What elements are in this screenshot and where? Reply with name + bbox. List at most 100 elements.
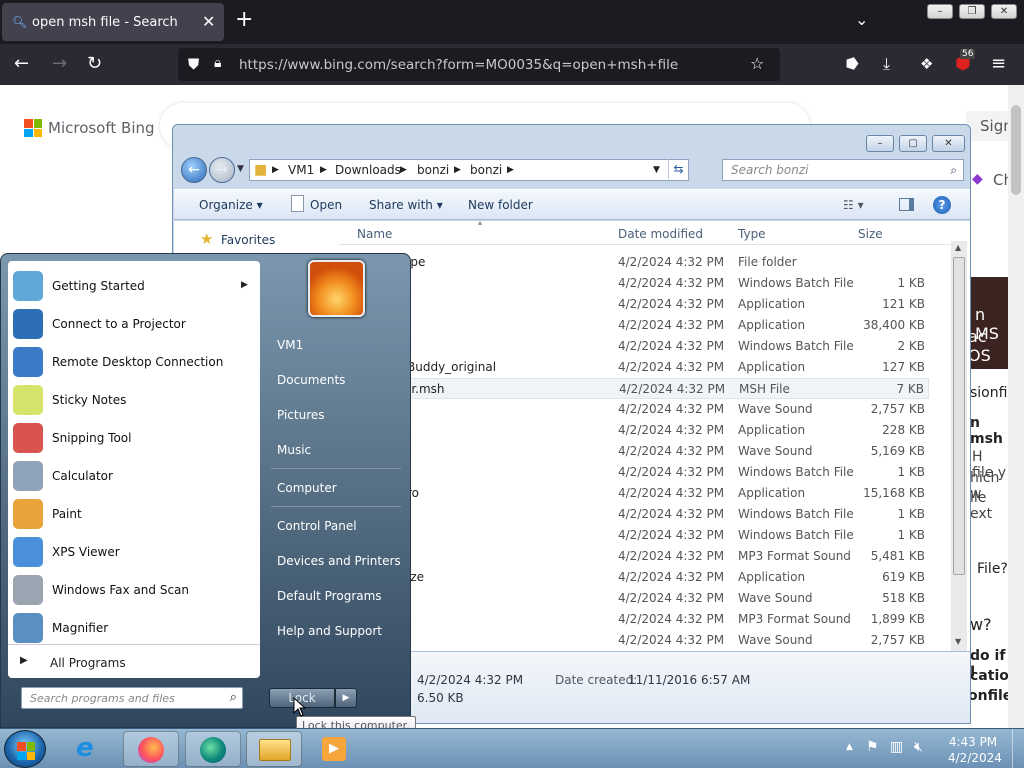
start-program-item[interactable]: Connect to a Projector bbox=[8, 305, 260, 343]
file-row[interactable]: 4/2/2024 4:32 PM Wave Sound 2,757 KB bbox=[339, 630, 929, 651]
explorer-minimize-button[interactable]: – bbox=[866, 135, 894, 152]
forward-icon[interactable]: → bbox=[52, 54, 67, 74]
start-program-item[interactable]: Paint bbox=[8, 495, 260, 533]
volume-muted-icon[interactable]: 🔇︎ bbox=[914, 739, 923, 755]
download-icon[interactable]: ⤓ bbox=[883, 54, 890, 74]
file-row[interactable]: 4/2/2024 4:32 PM Windows Batch File 2 KB bbox=[339, 336, 929, 357]
extensions-icon[interactable]: ❖ bbox=[920, 54, 933, 74]
shield-icon[interactable]: ⛊ bbox=[188, 55, 199, 73]
file-row[interactable]: 4/2/2024 4:32 PM Application 38,400 KB bbox=[339, 315, 929, 336]
menu-icon[interactable]: ≡ bbox=[991, 54, 1006, 74]
sign-in-button[interactable]: Sign bbox=[966, 111, 1013, 141]
file-row[interactable]: 4/2/2024 4:32 PM Wave Sound 518 KB bbox=[339, 588, 929, 609]
close-tab-icon[interactable]: ✕ bbox=[202, 12, 215, 31]
file-row[interactable]: ize 4/2/2024 4:32 PM Application 619 KB bbox=[339, 567, 929, 588]
start-program-item[interactable]: Magnifier bbox=[8, 609, 260, 647]
search-icon[interactable]: ⌕ bbox=[230, 690, 237, 705]
start-search-input[interactable]: Search programs and files ⌕ bbox=[21, 687, 243, 709]
firefox-icon[interactable] bbox=[123, 731, 179, 767]
column-date-modified[interactable]: Date modified bbox=[618, 227, 703, 241]
file-row[interactable]: 4/2/2024 4:32 PM Windows Batch File 1 KB bbox=[339, 273, 929, 294]
start-right-item[interactable]: Computer bbox=[277, 481, 337, 495]
start-right-item[interactable]: Pictures bbox=[277, 408, 325, 422]
column-type[interactable]: Type bbox=[738, 227, 766, 241]
explorer-forward-icon[interactable]: → bbox=[209, 157, 235, 183]
address-bar[interactable]: ⛊ 🔒︎ https://www.bing.com/search?form=MO… bbox=[178, 48, 780, 81]
preview-pane-icon[interactable] bbox=[899, 198, 914, 211]
explorer-close-button[interactable]: ✕ bbox=[932, 135, 965, 152]
explorer-scrollbar[interactable]: ▲ ▼ bbox=[951, 241, 967, 651]
file-row[interactable]: 4/2/2024 4:32 PM Wave Sound 2,757 KB bbox=[339, 399, 929, 420]
restore-button[interactable]: ❐ bbox=[959, 4, 985, 19]
start-program-item[interactable]: Windows Fax and Scan bbox=[8, 571, 260, 609]
all-programs-button[interactable]: ▶ All Programs bbox=[8, 644, 260, 678]
media-player-icon[interactable]: ▶ bbox=[308, 731, 364, 767]
file-row[interactable]: 4/2/2024 4:32 PM Windows Batch File 1 KB bbox=[339, 504, 929, 525]
scrollbar-thumb[interactable] bbox=[953, 257, 965, 575]
scroll-down-icon[interactable]: ▼ bbox=[955, 637, 961, 646]
bookmark-star-icon[interactable]: ☆ bbox=[750, 54, 764, 73]
reload-icon[interactable]: ↻ bbox=[87, 54, 102, 74]
new-folder-button[interactable]: New folder bbox=[468, 198, 533, 212]
breadcrumb-separator[interactable]: ▶ bbox=[507, 160, 514, 180]
bing-logo[interactable]: Microsoft Bing bbox=[24, 119, 155, 137]
refresh-icon[interactable]: ⇆ bbox=[668, 159, 688, 179]
help-icon[interactable]: ? bbox=[933, 196, 951, 214]
file-row[interactable]: ir.msh 4/2/2024 4:32 PM MSH File 7 KB bbox=[339, 378, 929, 399]
breadcrumb-separator[interactable]: ▶ bbox=[454, 160, 461, 180]
start-orb-icon[interactable] bbox=[4, 730, 46, 768]
file-row[interactable]: 4/2/2024 4:32 PM Windows Batch File 1 KB bbox=[339, 525, 929, 546]
shutdown-options-arrow-icon[interactable]: ▶ bbox=[335, 688, 357, 708]
breadcrumb-separator[interactable]: ▶ bbox=[400, 160, 407, 180]
file-row[interactable]: 4/2/2024 4:32 PM Application 228 KB bbox=[339, 420, 929, 441]
file-row[interactable]: 4/2/2024 4:32 PM MP3 Format Sound 5,481 KB bbox=[339, 546, 929, 567]
start-program-item[interactable]: Remote Desktop Connection bbox=[8, 343, 260, 381]
snippet-text[interactable]: File? bbox=[977, 561, 1008, 577]
start-right-item[interactable]: Control Panel bbox=[277, 519, 357, 533]
breadcrumb-item[interactable]: VM1 bbox=[288, 160, 314, 180]
recent-pages-chevron-icon[interactable]: ▼ bbox=[237, 164, 244, 174]
page-scrollbar-thumb[interactable] bbox=[1011, 105, 1021, 195]
breadcrumb-item[interactable]: Downloads bbox=[335, 160, 401, 180]
start-right-item[interactable]: Help and Support bbox=[277, 624, 382, 638]
pocket-icon[interactable]: ⭓ bbox=[846, 54, 859, 74]
scroll-up-icon[interactable]: ▲ bbox=[955, 243, 961, 252]
new-tab-button[interactable]: + bbox=[235, 8, 253, 32]
user-avatar[interactable] bbox=[308, 260, 365, 317]
start-program-item[interactable]: Getting Started ▶ bbox=[8, 267, 260, 305]
start-right-item[interactable]: Music bbox=[277, 443, 311, 457]
file-row[interactable]: 4/2/2024 4:32 PM Wave Sound 5,169 KB bbox=[339, 441, 929, 462]
breadcrumb-separator[interactable]: ▶ bbox=[272, 160, 279, 180]
breadcrumb-separator[interactable]: ▶ bbox=[320, 160, 327, 180]
browser-tab[interactable]: 🔍︎ open msh file - Search ✕ bbox=[2, 3, 224, 41]
explorer-back-icon[interactable]: ← bbox=[181, 157, 207, 183]
file-row[interactable]: 4/2/2024 4:32 PM Windows Batch File 1 KB bbox=[339, 462, 929, 483]
address-dropdown-icon[interactable]: ▼ bbox=[653, 160, 660, 180]
back-icon[interactable]: ← bbox=[14, 54, 29, 74]
column-name[interactable]: Name bbox=[357, 227, 392, 241]
open-button[interactable]: Open bbox=[310, 198, 342, 212]
organize-button[interactable]: Organize ▾ bbox=[199, 198, 263, 212]
nav-favorites[interactable]: Favorites bbox=[221, 233, 275, 247]
page-scrollbar[interactable] bbox=[1008, 85, 1024, 728]
search-icon[interactable]: ⌕ bbox=[950, 160, 957, 180]
share-with-button[interactable]: Share with ▾ bbox=[369, 198, 443, 212]
network-icon[interactable]: ▥ bbox=[890, 739, 903, 755]
start-right-item[interactable]: Devices and Printers bbox=[277, 554, 401, 568]
copilot-icon[interactable]: ◆ bbox=[972, 171, 983, 187]
ie-icon[interactable]: e bbox=[62, 731, 118, 767]
start-program-item[interactable]: Calculator bbox=[8, 457, 260, 495]
start-right-item[interactable]: Default Programs bbox=[277, 589, 382, 603]
file-row[interactable]: ro 4/2/2024 4:32 PM Application 15,168 KB bbox=[339, 483, 929, 504]
submenu-arrow-icon[interactable]: ▶ bbox=[241, 280, 248, 290]
views-icon[interactable]: ☷ ▾ bbox=[843, 198, 864, 212]
file-row[interactable]: 4/2/2024 4:32 PM Application 121 KB bbox=[339, 294, 929, 315]
list-tabs-chevron-icon[interactable]: ⌄ bbox=[855, 10, 868, 29]
show-hidden-icons[interactable]: ▲ bbox=[846, 742, 853, 752]
explorer-search-input[interactable]: Search bonzi ⌕ bbox=[722, 159, 964, 181]
start-right-item[interactable]: Documents bbox=[277, 373, 345, 387]
breadcrumb[interactable]: ■ ▶ VM1 ▶ Downloads ▶ bonzi ▶ bonzi ▶ ▼ … bbox=[249, 159, 689, 181]
file-row[interactable]: 4/2/2024 4:32 PM MP3 Format Sound 1,899 KB bbox=[339, 609, 929, 630]
action-center-flag-icon[interactable]: ⚑ bbox=[866, 739, 879, 755]
close-window-button[interactable]: ✕ bbox=[991, 4, 1017, 19]
